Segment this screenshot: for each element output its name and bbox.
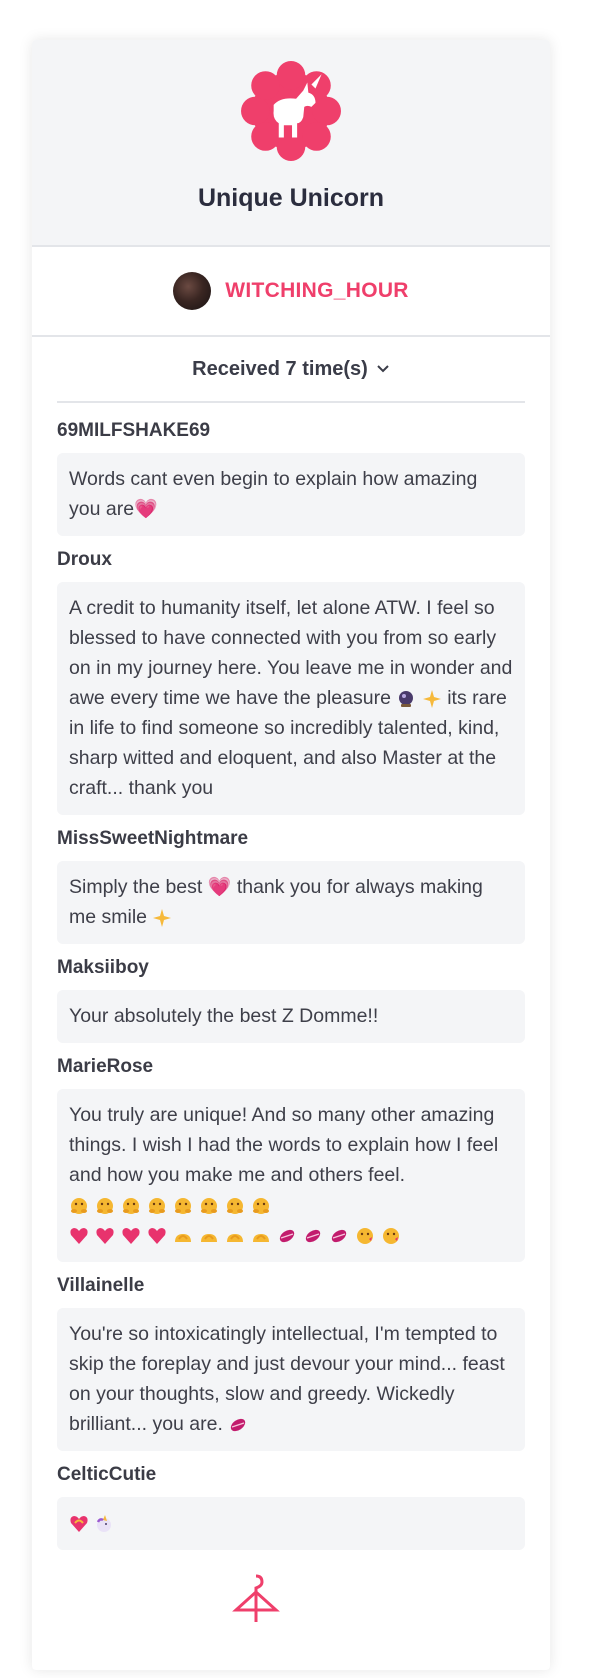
- heart-icon: [148, 1227, 166, 1244]
- lips-icon: [279, 1229, 295, 1242]
- sender-avatar[interactable]: [173, 272, 212, 310]
- emoji-row: [69, 1196, 271, 1216]
- heart-hands-icon: [201, 1233, 217, 1242]
- hug-face-icon: [201, 1197, 217, 1214]
- sender-row[interactable]: WITCHING_HOUR: [32, 247, 550, 337]
- heart-hands-icon: [175, 1233, 191, 1242]
- emoji-row: [69, 1226, 401, 1246]
- award-title: Unique Unicorn: [197, 184, 385, 212]
- heart-on-fire-icon: [70, 1515, 88, 1532]
- message-list: 69MILFSHAKE69 Words cant even begin to e…: [32, 403, 550, 1550]
- received-count-label: Received 7 time(s): [192, 357, 368, 380]
- unicorn-icon: [97, 1514, 112, 1532]
- hug-face-icon: [71, 1197, 87, 1214]
- lips-icon: [231, 1418, 246, 1431]
- sender-name-link[interactable]: WITCHING_HOUR: [225, 279, 409, 303]
- message-box: [57, 1497, 525, 1550]
- message-text: Words cant even begin to explain how ama…: [69, 468, 478, 520]
- message-username[interactable]: Villainelle: [57, 1274, 525, 1298]
- kiss-face-icon: [383, 1227, 399, 1244]
- message-username[interactable]: 69MILFSHAKE69: [57, 419, 525, 443]
- watermark-text: allthingswo: [286, 1579, 445, 1616]
- sparkles-icon: [422, 689, 441, 708]
- sparkles-icon: [153, 908, 172, 927]
- message-username[interactable]: MissSweetNightmare: [57, 827, 525, 851]
- crystal-ball-icon: [399, 690, 414, 707]
- award-card: Unique Unicorn WITCHING_HOUR Received 7 …: [32, 40, 550, 1670]
- hug-face-icon: [175, 1197, 191, 1214]
- hanger-icon: [232, 1574, 280, 1622]
- heart-icon: [122, 1227, 140, 1244]
- received-count-toggle[interactable]: Received 7 time(s): [57, 337, 525, 403]
- hug-face-icon: [227, 1197, 243, 1214]
- heart-icon: [70, 1227, 88, 1244]
- message-box: You're so intoxicatingly intellectual, I…: [57, 1308, 525, 1451]
- message-username[interactable]: MarieRose: [57, 1055, 525, 1079]
- heart-icon: 💗: [207, 877, 232, 898]
- site-watermark: allthingswo: [232, 1570, 445, 1626]
- heart-hands-icon: [253, 1233, 269, 1242]
- unicorn-badge-icon: [240, 60, 342, 162]
- chevron-down-icon: [377, 365, 389, 373]
- hug-face-icon: [253, 1197, 269, 1214]
- message-text: Your absolutely the best Z Domme!!: [69, 1005, 379, 1027]
- message-text: Simply the best: [69, 876, 203, 898]
- message-box: Your absolutely the best Z Domme!!: [57, 990, 525, 1043]
- message-username[interactable]: CelticCutie: [57, 1463, 525, 1487]
- message-text: You truly are unique! And so many other …: [69, 1104, 499, 1186]
- hug-face-icon: [123, 1197, 139, 1214]
- hug-face-icon: [97, 1197, 113, 1214]
- message-box: Words cant even begin to explain how ama…: [57, 453, 525, 536]
- message-username[interactable]: Maksiiboy: [57, 956, 525, 980]
- message-box: A credit to humanity itself, let alone A…: [57, 582, 525, 815]
- message-text: A credit to humanity itself, let alone A…: [69, 597, 513, 709]
- hug-face-icon: [149, 1197, 165, 1214]
- heart-icon: [96, 1227, 114, 1244]
- lips-icon: [331, 1229, 347, 1242]
- message-box: You truly are unique! And so many other …: [57, 1089, 525, 1262]
- message-username[interactable]: Droux: [57, 548, 525, 572]
- message-box: Simply the best 💗 thank you for always m…: [57, 861, 525, 944]
- award-header: Unique Unicorn: [32, 40, 550, 247]
- kiss-face-icon: [357, 1227, 373, 1244]
- heart-icon: 💗: [134, 499, 158, 520]
- heart-hands-icon: [227, 1233, 243, 1242]
- message-text: You're so intoxicatingly intellectual, I…: [69, 1323, 505, 1435]
- lips-icon: [305, 1229, 321, 1242]
